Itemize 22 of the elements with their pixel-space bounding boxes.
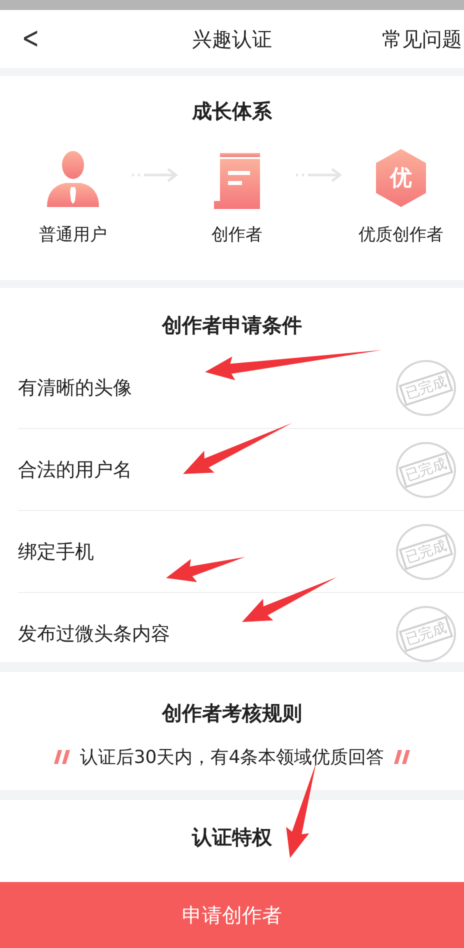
section-title: 创作者考核规则	[160, 700, 303, 727]
back-button[interactable]: <	[18, 24, 42, 54]
quote-mark-icon	[54, 749, 70, 765]
condition-label: 合法的用户名	[18, 458, 132, 482]
user-icon	[45, 149, 101, 209]
stage-label: 创作者	[212, 224, 262, 246]
page-title: 兴趣认证	[192, 26, 272, 52]
stage-label: 普通用户	[39, 224, 107, 246]
condition-label: 绑定手机	[18, 540, 94, 564]
stage-label: 优质创作者	[358, 224, 444, 246]
condition-label: 有清晰的头像	[18, 376, 132, 400]
arrow-icon	[294, 168, 344, 182]
quote-mark-icon	[394, 749, 410, 765]
arrow-icon	[130, 168, 180, 182]
section-title: 创作者申请条件	[160, 312, 303, 339]
rule-text: 认证后30天内，有4条本领域优质回答	[80, 746, 384, 769]
condition-label: 发布过微头条内容	[18, 622, 170, 646]
hexagon-badge-icon: 优	[373, 147, 429, 209]
section-title: 成长体系	[190, 98, 273, 125]
document-icon	[212, 153, 262, 209]
section-title: 认证特权	[190, 824, 273, 851]
faq-link[interactable]: 常见问题	[382, 26, 462, 52]
